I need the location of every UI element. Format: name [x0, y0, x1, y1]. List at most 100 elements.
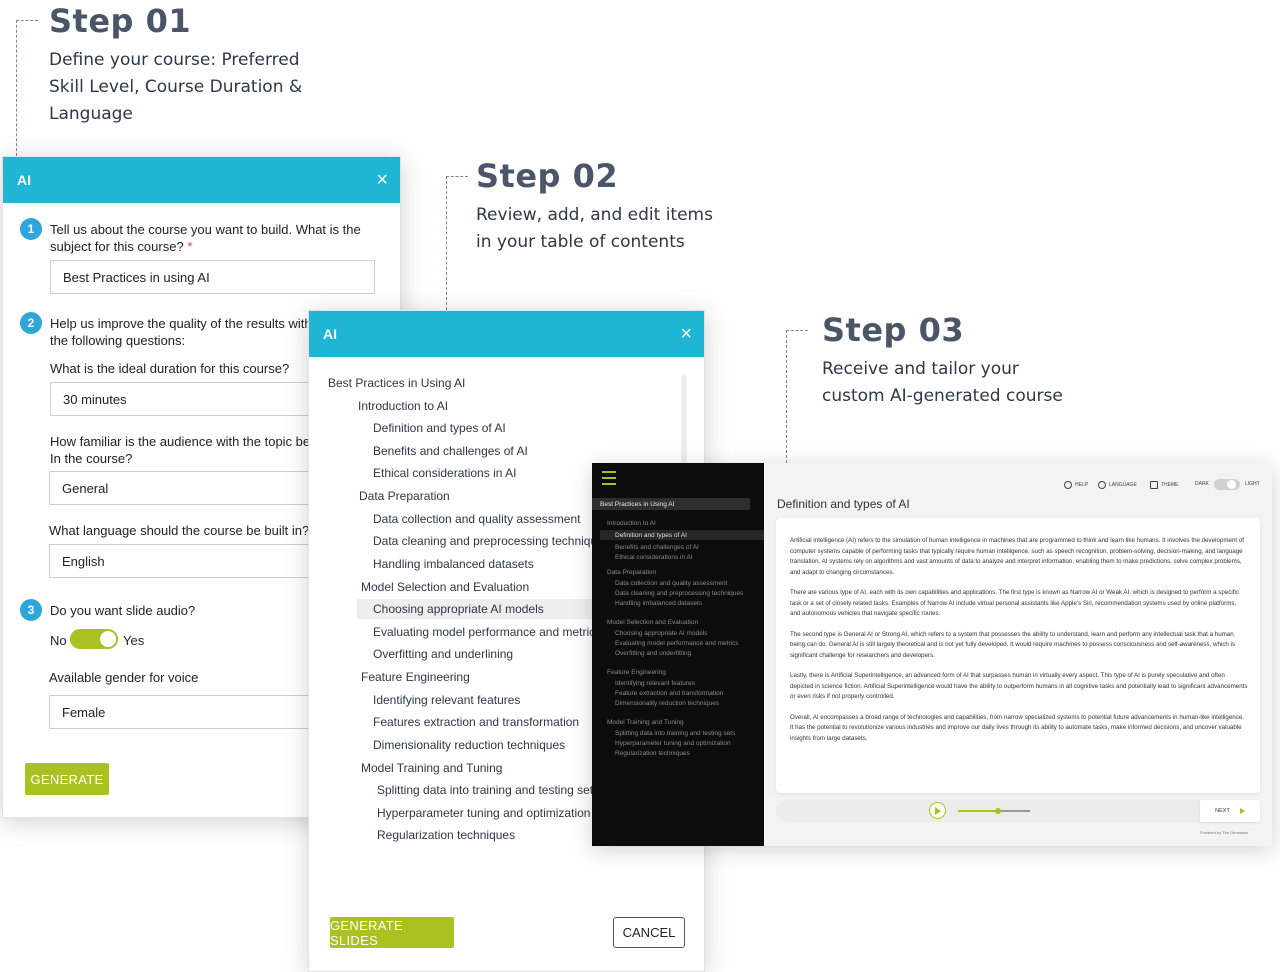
theme-toggle[interactable] [1214, 479, 1240, 490]
sidebar-item[interactable]: Overfitting and underfitting [615, 650, 691, 657]
sidebar-item[interactable]: Best Practices in Using AI [600, 501, 674, 508]
player-main: HELP LANGUAGE THEME DARK LIGHT Definitio… [764, 463, 1272, 846]
dialog-title: AI [17, 172, 31, 188]
menu-icon[interactable] [602, 471, 616, 489]
step-03-title: Step 03 [822, 311, 965, 349]
toc-item[interactable]: Data collection and quality assessment [373, 512, 580, 526]
sidebar-item[interactable]: Regularization techniques [615, 750, 690, 757]
close-icon[interactable]: × [376, 170, 388, 190]
dialog-header: AI × [309, 311, 704, 357]
paragraph: The second type is General AI or Strong … [790, 630, 1236, 659]
generate-button[interactable]: GENERATE [25, 763, 109, 795]
sidebar-item[interactable]: Dimensionality reduction techniques [615, 700, 719, 707]
theme-button[interactable]: THEME [1150, 481, 1179, 489]
sidebar-item[interactable]: Data collection and quality assessment [615, 580, 727, 587]
powered-by: Powered by The Generator [1200, 830, 1249, 835]
player-sidebar: Best Practices in Using AI Introduction … [592, 463, 764, 846]
sidebar-item[interactable]: Model Training and Tuning [607, 719, 684, 726]
toc-item[interactable]: Model Training and Tuning [361, 761, 502, 775]
voice-gender-label: Available gender for voice [49, 670, 199, 685]
connector-step3-v [786, 330, 787, 463]
language-button[interactable]: LANGUAGE [1098, 481, 1137, 489]
toc-item[interactable]: Features extraction and transformation [373, 715, 579, 729]
toc-item[interactable]: Regularization techniques [377, 828, 515, 842]
sidebar-item[interactable]: Evaluating model performance and metrics [615, 640, 739, 647]
sidebar-item[interactable]: Splitting data into training and testing… [615, 730, 735, 737]
play-icon[interactable] [929, 802, 946, 819]
help-icon [1064, 481, 1072, 489]
toc-item[interactable]: Dimensionality reduction techniques [373, 738, 565, 752]
course-subject-input[interactable]: Best Practices in using AI [50, 260, 375, 294]
sidebar-item[interactable]: Definition and types of AI [615, 532, 687, 539]
slide-content: Artificial intelligence (AI) refers to t… [776, 518, 1260, 793]
step-02-desc: Review, add, and edit items in your tabl… [476, 205, 713, 252]
paragraph: Overall, AI encompasses a broad range of… [790, 713, 1244, 742]
toc-scrollbar[interactable] [681, 375, 687, 463]
paragraph: Lastly, there is Artificial Superintelli… [790, 672, 1248, 700]
audio-progress-handle[interactable] [994, 808, 1001, 814]
question-3-text: Do you want slide audio? [50, 603, 196, 618]
dialog-header: AI × [3, 157, 400, 203]
toc-item[interactable]: Ethical considerations in AI [373, 466, 516, 480]
audio-yes-label: Yes [123, 633, 145, 648]
globe-icon [1098, 481, 1106, 489]
close-icon[interactable]: × [680, 324, 692, 344]
toc-item[interactable]: Overfitting and underlining [373, 647, 513, 661]
question-number-3: 3 [20, 599, 42, 621]
connector-step1-h [16, 20, 38, 21]
toc-item[interactable]: Feature Engineering [361, 670, 470, 684]
toc-item[interactable]: Data cleaning and preprocessing techniqu… [373, 534, 604, 548]
toc-item[interactable]: Introduction to AI [358, 399, 448, 413]
sidebar-item[interactable]: Introduction to AI [607, 520, 656, 527]
step-03: Step 03 Receive and tailor your custom A… [822, 311, 1063, 410]
toggle-knob [1227, 480, 1236, 489]
duration-label: What is the ideal duration for this cour… [50, 361, 290, 376]
toc-item[interactable]: Splitting data into training and testing… [377, 783, 599, 797]
step-02: Step 02 Review, add, and edit items in y… [476, 157, 713, 256]
dark-label: DARK [1195, 481, 1209, 487]
toc-item[interactable]: Identifying relevant features [373, 693, 520, 707]
help-button[interactable]: HELP [1064, 481, 1088, 489]
toc-item[interactable]: Hyperparameter tuning and optimization [377, 806, 590, 820]
question-number-2: 2 [20, 312, 42, 334]
audio-progress[interactable] [958, 808, 1030, 814]
slide-audio-toggle[interactable] [70, 629, 118, 649]
step-03-desc: Receive and tailor your custom AI-genera… [822, 359, 1063, 406]
cancel-button[interactable]: CANCEL [613, 917, 685, 948]
step-01-desc: Define your course: Preferred Skill Leve… [49, 50, 303, 124]
sidebar-item[interactable]: Handling imbalanced datasets [615, 600, 702, 607]
next-button[interactable]: NEXT [1200, 800, 1260, 822]
sidebar-item[interactable]: Feature extraction and transformation [615, 690, 723, 697]
question-2-text: Help us improve the quality of the resul… [50, 316, 312, 348]
connector-step1-v [16, 20, 17, 156]
sidebar-item[interactable]: Data cleaning and preprocessing techniqu… [615, 590, 743, 597]
sidebar-item[interactable]: Model Selection and Evaluation [607, 619, 698, 626]
connector-step3-h [786, 330, 808, 331]
audio-progress-fill [958, 810, 998, 812]
step-01: Step 01 Define your course: Preferred Sk… [49, 2, 302, 128]
light-label: LIGHT [1245, 481, 1260, 487]
toc-item[interactable]: Best Practices in Using AI [328, 376, 465, 390]
paragraph: Artificial intelligence (AI) refers to t… [790, 537, 1244, 576]
arrow-right-icon [1239, 808, 1245, 814]
toc-item[interactable]: Data Preparation [359, 489, 450, 503]
sidebar-item[interactable]: Ethical considerations in AI [615, 554, 693, 561]
slide-title: Definition and types of AI [777, 497, 910, 511]
connector-step2-v [446, 176, 447, 310]
paragraph: There are various type of AI, each with … [790, 589, 1239, 617]
sidebar-item[interactable]: Choosing appropriate AI models [615, 630, 708, 637]
generate-slides-button[interactable]: GENERATE SLIDES [330, 917, 454, 948]
sidebar-item[interactable]: Benefits and challenges of AI [615, 544, 699, 551]
toc-item[interactable]: Definition and types of AI [373, 421, 506, 435]
toc-item[interactable]: Evaluating model performance and metrics [373, 625, 601, 639]
sidebar-item[interactable]: Identifying relevant features [615, 680, 695, 687]
toc-item[interactable]: Model Selection and Evaluation [361, 580, 529, 594]
dialog-title: AI [323, 326, 337, 342]
sidebar-item[interactable]: Data Preparation [607, 569, 656, 576]
sidebar-item[interactable]: Feature Engineering [607, 669, 666, 676]
toc-item[interactable]: Benefits and challenges of AI [373, 444, 528, 458]
audio-no-label: No [50, 633, 67, 648]
toc-item[interactable]: Handling imbalanced datasets [373, 557, 534, 571]
toc-item[interactable]: Choosing appropriate AI models [373, 602, 544, 616]
sidebar-item[interactable]: Hyperparameter tuning and optimization [615, 740, 731, 747]
